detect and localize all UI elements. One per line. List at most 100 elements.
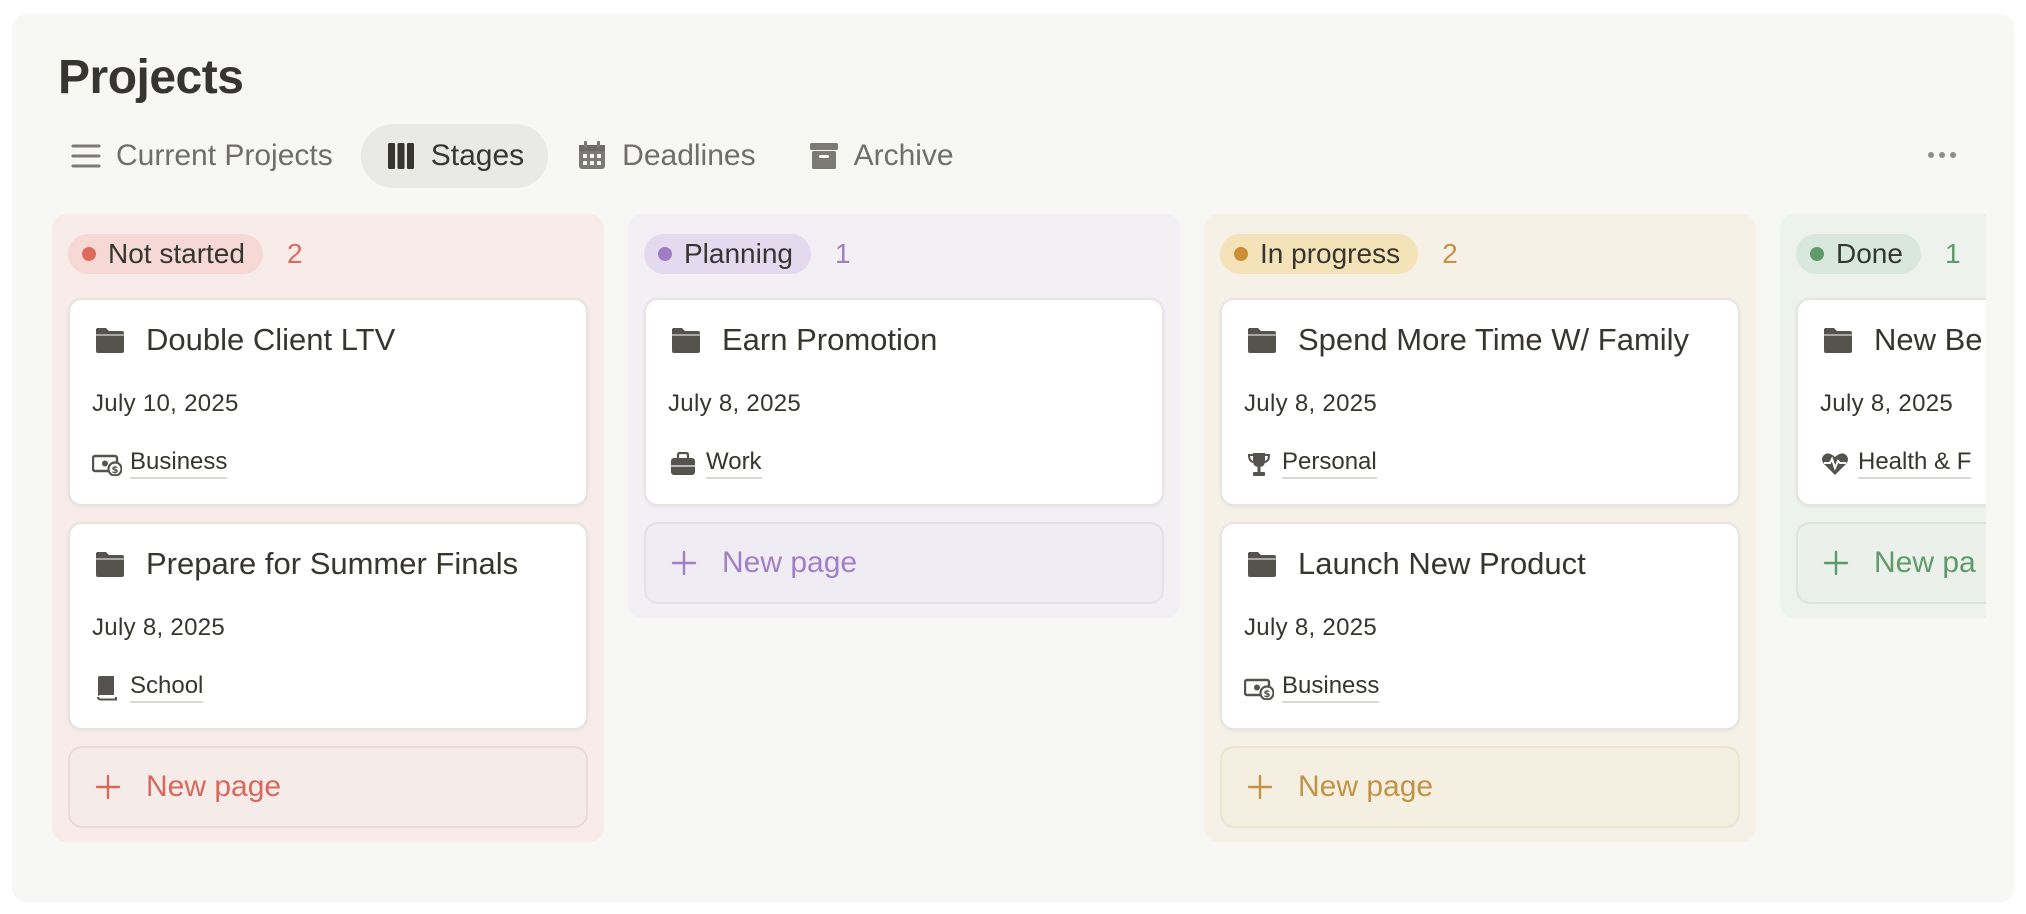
status-dot xyxy=(1810,247,1824,261)
card-date: July 8, 2025 xyxy=(1820,390,1954,417)
plus-icon xyxy=(94,773,122,801)
card-title: Double Client LTV xyxy=(94,322,395,358)
new-page-button[interactable]: New page xyxy=(68,746,588,828)
calendar-icon xyxy=(576,140,608,172)
card-title: Earn Promotion xyxy=(670,322,937,358)
card-tag: Health & F xyxy=(1820,448,1972,479)
tab-archive[interactable]: Archive xyxy=(784,124,978,188)
trophy-icon xyxy=(1244,450,1274,478)
card-date: July 10, 2025 xyxy=(92,390,239,417)
tab-deadlines[interactable]: Deadlines xyxy=(552,124,779,188)
tag-label[interactable]: School xyxy=(130,672,204,703)
column-done: Done 1 New Be July 8, 2025 Health & F Ne… xyxy=(1780,214,1986,618)
column-count: 2 xyxy=(286,238,303,269)
tab-label: Stages xyxy=(430,139,525,172)
status-dot xyxy=(1234,247,1248,261)
project-card[interactable]: New Be July 8, 2025 Health & F xyxy=(1796,298,1986,506)
card-title-text: Double Client LTV xyxy=(146,322,396,357)
more-options-button[interactable] xyxy=(1922,140,1962,170)
status-dot xyxy=(82,247,96,261)
column-header: Planning 1 xyxy=(644,234,851,274)
new-page-label: New page xyxy=(1298,770,1434,803)
list-icon xyxy=(70,140,102,172)
column-count: 1 xyxy=(1944,238,1961,269)
column-count: 2 xyxy=(1442,238,1458,269)
archive-icon xyxy=(808,140,840,172)
tab-stages[interactable]: Stages xyxy=(360,124,549,188)
new-page-button[interactable]: New pa xyxy=(1796,522,1986,604)
folder-icon xyxy=(1246,550,1278,578)
status-label: Planning xyxy=(684,238,793,269)
folder-icon xyxy=(94,326,126,354)
tag-label[interactable]: Personal xyxy=(1282,448,1377,479)
card-date: July 8, 2025 xyxy=(92,614,226,641)
svg-text:$: $ xyxy=(1264,689,1271,700)
board-icon xyxy=(385,140,417,172)
tab-current-projects[interactable]: Current Projects xyxy=(58,124,357,188)
card-title: Spend More Time W/ Family xyxy=(1246,322,1689,358)
status-dot xyxy=(658,247,672,261)
new-page-button[interactable]: New page xyxy=(644,522,1164,604)
card-tag: $ Business xyxy=(92,448,228,479)
card-tag: Work xyxy=(668,448,762,479)
tab-label: Deadlines xyxy=(622,139,756,172)
project-card[interactable]: Double Client LTV July 10, 2025 $ Busine… xyxy=(68,298,588,506)
card-title-text: Launch New Product xyxy=(1298,546,1586,581)
card-date: July 8, 2025 xyxy=(1244,614,1378,641)
money-icon: $ xyxy=(92,450,122,478)
tag-label[interactable]: Business xyxy=(130,448,228,479)
card-title-text: Earn Promotion xyxy=(722,322,938,357)
folder-icon xyxy=(94,550,126,578)
new-page-label: New page xyxy=(722,546,858,579)
tag-label[interactable]: Work xyxy=(706,448,762,479)
card-title: Prepare for Summer Finals xyxy=(94,546,518,582)
tab-label: Archive xyxy=(853,139,954,172)
plus-icon xyxy=(1822,549,1850,577)
plus-icon xyxy=(1246,773,1274,801)
status-label: In progress xyxy=(1260,238,1401,269)
plus-icon xyxy=(670,549,698,577)
status-pill[interactable]: Done xyxy=(1796,234,1921,274)
card-tag: School xyxy=(92,672,204,703)
card-tag: Personal xyxy=(1244,448,1377,479)
tag-label[interactable]: Business xyxy=(1282,672,1380,703)
card-title: New Be xyxy=(1822,322,1983,358)
column-header: Not started 2 xyxy=(68,234,303,274)
kanban-board: Not started 2 Double Client LTV July 10,… xyxy=(52,214,1986,902)
column-in-progress: In progress 2 Spend More Time W/ Family … xyxy=(1204,214,1756,842)
column-planning: Planning 1 Earn Promotion July 8, 2025 W… xyxy=(628,214,1180,618)
project-card[interactable]: Spend More Time W/ Family July 8, 2025 P… xyxy=(1220,298,1740,506)
view-tabs: Current Projects Stages Deadlines Archiv… xyxy=(58,124,982,188)
status-label: Done xyxy=(1836,238,1903,269)
column-header: Done 1 xyxy=(1796,234,1961,274)
column-not-started: Not started 2 Double Client LTV July 10,… xyxy=(52,214,604,842)
page-title: Projects xyxy=(58,51,244,104)
new-page-label: New pa xyxy=(1874,546,1976,579)
database-view: Projects Current Projects Stages Deadlin… xyxy=(12,14,2014,902)
card-title-text: Prepare for Summer Finals xyxy=(146,546,519,581)
status-label: Not started xyxy=(108,238,245,269)
heart-pulse-icon xyxy=(1820,450,1850,478)
more-horizontal-icon xyxy=(1927,146,1957,164)
money-icon: $ xyxy=(1244,674,1274,702)
card-date: July 8, 2025 xyxy=(668,390,802,417)
svg-text:$: $ xyxy=(112,465,119,476)
tab-label: Current Projects xyxy=(116,139,333,172)
project-card[interactable]: Prepare for Summer Finals July 8, 2025 S… xyxy=(68,522,588,730)
tag-label[interactable]: Health & F xyxy=(1858,448,1972,479)
folder-icon xyxy=(1246,326,1278,354)
new-page-label: New page xyxy=(146,770,282,803)
project-card[interactable]: Earn Promotion July 8, 2025 Work xyxy=(644,298,1164,506)
project-card[interactable]: Launch New Product July 8, 2025 $ Busine… xyxy=(1220,522,1740,730)
column-count: 1 xyxy=(834,238,851,269)
card-title: Launch New Product xyxy=(1246,546,1586,582)
briefcase-icon xyxy=(668,450,698,478)
book-icon xyxy=(92,674,122,702)
status-pill[interactable]: Not started xyxy=(68,234,263,274)
folder-icon xyxy=(670,326,702,354)
folder-icon xyxy=(1822,326,1854,354)
column-header: In progress 2 xyxy=(1220,234,1458,274)
status-pill[interactable]: Planning xyxy=(644,234,811,274)
new-page-button[interactable]: New page xyxy=(1220,746,1740,828)
status-pill[interactable]: In progress xyxy=(1220,234,1419,274)
